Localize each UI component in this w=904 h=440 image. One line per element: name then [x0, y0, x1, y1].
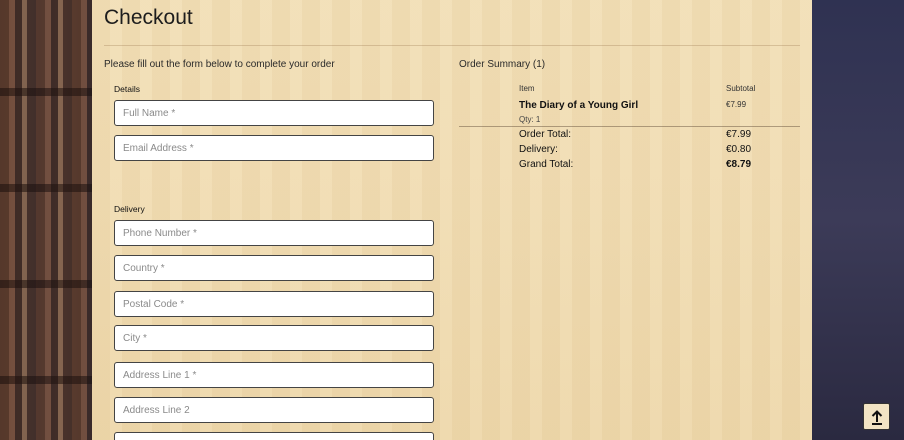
summary-item-subtotal: €7.99 — [726, 100, 747, 109]
bookshelf-backdrop-right — [812, 0, 904, 440]
postal-code-field[interactable] — [114, 291, 434, 317]
address-line-1-field[interactable] — [114, 362, 434, 388]
details-label: Details — [114, 84, 140, 94]
subtotal-column-header: Subtotal — [726, 84, 756, 93]
delivery-label: Delivery — [114, 204, 145, 214]
scroll-to-top-button[interactable] — [863, 403, 890, 430]
summary-divider — [459, 126, 800, 127]
page-title: Checkout — [104, 6, 193, 29]
summary-item-name: The Diary of a Young Girl — [519, 100, 639, 111]
item-column-header: Item — [519, 84, 535, 93]
order-total-label: Order Total: — [519, 129, 572, 140]
delivery-cost-label: Delivery: — [519, 144, 558, 155]
form-intro: Please fill out the form below to comple… — [104, 59, 335, 70]
email-field[interactable] — [114, 135, 434, 161]
phone-number-field[interactable] — [114, 220, 434, 246]
order-total-value: €7.99 — [726, 129, 752, 140]
city-field[interactable] — [114, 325, 434, 351]
order-summary-title: Order Summary (1) — [459, 59, 546, 70]
address-line-2-field[interactable] — [114, 397, 434, 423]
country-field[interactable] — [114, 255, 434, 281]
bookshelf-backdrop-left — [0, 0, 92, 440]
arrow-up-to-line-icon — [871, 409, 882, 425]
title-divider — [104, 45, 800, 46]
grand-total-value: €8.79 — [726, 159, 752, 170]
delivery-cost-value: €0.80 — [726, 144, 752, 155]
summary-item-qty: Qty: 1 — [519, 115, 541, 124]
next-field-partial[interactable] — [114, 432, 434, 440]
grand-total-label: Grand Total: — [519, 159, 574, 170]
full-name-field[interactable] — [114, 100, 434, 126]
